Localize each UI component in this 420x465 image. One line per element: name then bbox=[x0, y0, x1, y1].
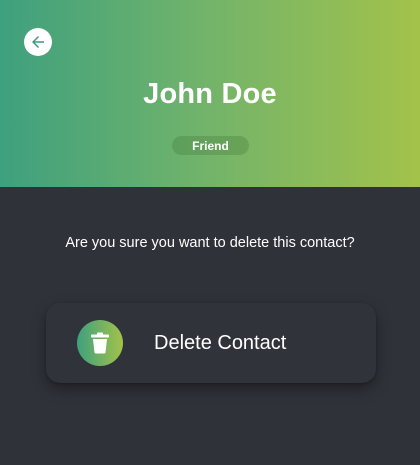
contact-header: John Doe Friend bbox=[0, 0, 420, 187]
trash-icon bbox=[91, 332, 109, 354]
app-screen: John Doe Friend Are you sure you want to… bbox=[0, 0, 420, 465]
delete-icon-circle bbox=[77, 320, 123, 366]
relationship-badge: Friend bbox=[172, 136, 249, 155]
arrow-left-icon bbox=[32, 36, 44, 48]
delete-confirmation-text: Are you sure you want to delete this con… bbox=[65, 235, 355, 251]
delete-contact-label: Delete Contact bbox=[154, 332, 287, 354]
delete-contact-button[interactable]: Delete Contact bbox=[46, 303, 376, 383]
back-button[interactable] bbox=[24, 28, 52, 56]
contact-name: John Doe bbox=[143, 78, 277, 110]
